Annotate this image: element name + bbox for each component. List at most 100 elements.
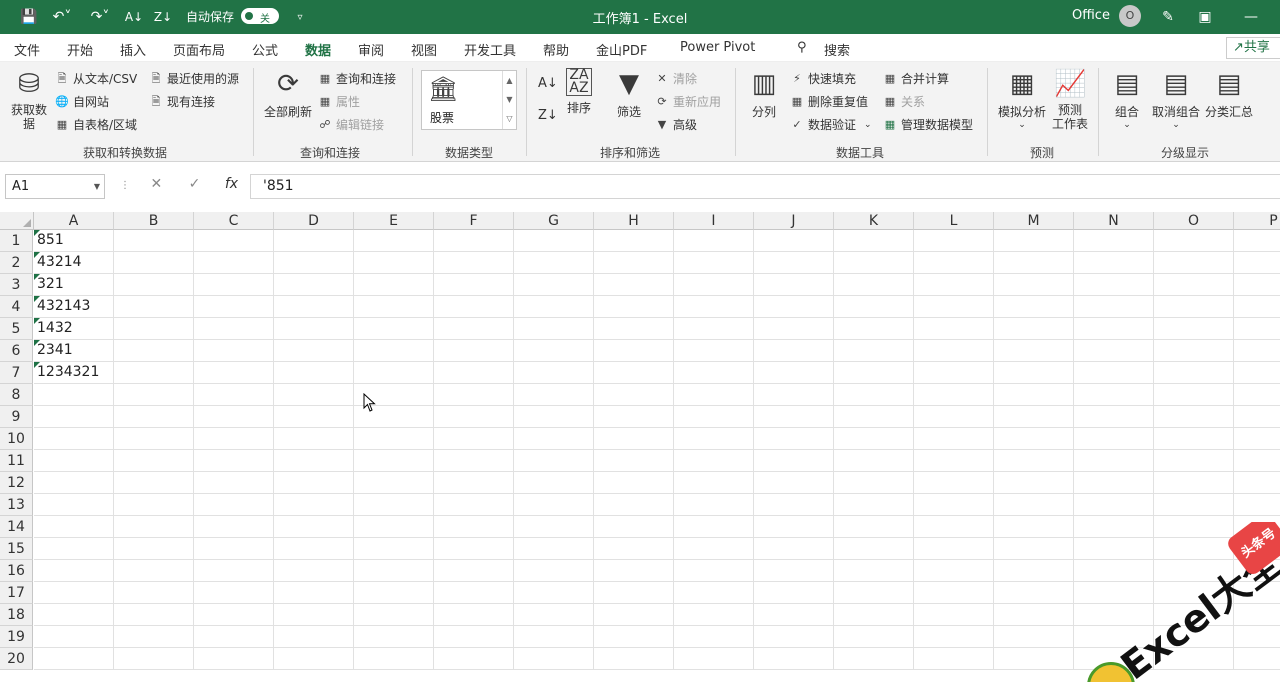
- clear-filter-button[interactable]: ✕ 清除: [654, 70, 697, 87]
- cell-n5[interactable]: [1074, 318, 1154, 340]
- cell-g18[interactable]: [514, 604, 594, 626]
- cell-j17[interactable]: [754, 582, 834, 604]
- cell-e13[interactable]: [354, 494, 434, 516]
- relationships-button[interactable]: ▦ 关系: [882, 93, 925, 110]
- tab-page-layout[interactable]: 页面布局: [173, 40, 225, 59]
- cell-o6[interactable]: [1154, 340, 1234, 362]
- cell-d9[interactable]: [274, 406, 354, 428]
- get-data-button[interactable]: ⛁ 获取数 据: [8, 68, 50, 131]
- data-types-gallery[interactable]: 🏛 股票 ▲ ▼ ▽: [421, 70, 517, 130]
- column-header-h[interactable]: H: [594, 212, 674, 230]
- edit-links-button[interactable]: ☍ 编辑链接: [317, 116, 384, 133]
- cell-j7[interactable]: [754, 362, 834, 384]
- cell-n2[interactable]: [1074, 252, 1154, 274]
- cell-h8[interactable]: [594, 384, 674, 406]
- cell-f3[interactable]: [434, 274, 514, 296]
- cell-e18[interactable]: [354, 604, 434, 626]
- cell-a20[interactable]: [34, 648, 114, 670]
- cell-l1[interactable]: [914, 230, 994, 252]
- from-text-csv-button[interactable]: 🗎 从文本/CSV: [54, 70, 138, 87]
- cell-e1[interactable]: [354, 230, 434, 252]
- cell-e14[interactable]: [354, 516, 434, 538]
- cell-n10[interactable]: [1074, 428, 1154, 450]
- column-header-d[interactable]: D: [274, 212, 354, 230]
- cell-c8[interactable]: [194, 384, 274, 406]
- cell-k3[interactable]: [834, 274, 914, 296]
- cell-h4[interactable]: [594, 296, 674, 318]
- cell-b13[interactable]: [114, 494, 194, 516]
- column-header-f[interactable]: F: [434, 212, 514, 230]
- cell-b7[interactable]: [114, 362, 194, 384]
- cell-k9[interactable]: [834, 406, 914, 428]
- cell-f10[interactable]: [434, 428, 514, 450]
- cell-m13[interactable]: [994, 494, 1074, 516]
- cell-p9[interactable]: [1234, 406, 1280, 428]
- cell-j15[interactable]: [754, 538, 834, 560]
- cell-g15[interactable]: [514, 538, 594, 560]
- remove-duplicates-button[interactable]: ▦ 删除重复值: [789, 93, 868, 110]
- cell-o3[interactable]: [1154, 274, 1234, 296]
- cell-b12[interactable]: [114, 472, 194, 494]
- cell-i2[interactable]: [674, 252, 754, 274]
- cell-h7[interactable]: [594, 362, 674, 384]
- cell-i4[interactable]: [674, 296, 754, 318]
- cell-l13[interactable]: [914, 494, 994, 516]
- row-header-7[interactable]: 7: [0, 362, 33, 384]
- avatar[interactable]: O: [1119, 5, 1141, 27]
- cell-f9[interactable]: [434, 406, 514, 428]
- cell-d3[interactable]: [274, 274, 354, 296]
- text-to-columns-button[interactable]: ▥ 分列: [746, 68, 782, 120]
- cell-j18[interactable]: [754, 604, 834, 626]
- cell-p4[interactable]: [1234, 296, 1280, 318]
- cell-k6[interactable]: [834, 340, 914, 362]
- cell-d14[interactable]: [274, 516, 354, 538]
- tab-file[interactable]: 文件: [14, 40, 40, 59]
- cell-o2[interactable]: [1154, 252, 1234, 274]
- cell-l8[interactable]: [914, 384, 994, 406]
- cell-f12[interactable]: [434, 472, 514, 494]
- cell-m9[interactable]: [994, 406, 1074, 428]
- cell-a15[interactable]: [34, 538, 114, 560]
- cell-h13[interactable]: [594, 494, 674, 516]
- cell-a6[interactable]: 2341: [34, 340, 114, 362]
- cell-i10[interactable]: [674, 428, 754, 450]
- row-header-20[interactable]: 20: [0, 648, 33, 670]
- cell-g6[interactable]: [514, 340, 594, 362]
- cell-m19[interactable]: [994, 626, 1074, 648]
- cell-b2[interactable]: [114, 252, 194, 274]
- cell-b15[interactable]: [114, 538, 194, 560]
- chevron-down-icon[interactable]: ⌄: [864, 120, 872, 130]
- cell-m20[interactable]: [994, 648, 1074, 670]
- cell-e4[interactable]: [354, 296, 434, 318]
- cell-g10[interactable]: [514, 428, 594, 450]
- cell-g2[interactable]: [514, 252, 594, 274]
- cell-f5[interactable]: [434, 318, 514, 340]
- tab-home[interactable]: 开始: [67, 40, 93, 59]
- cell-f18[interactable]: [434, 604, 514, 626]
- cell-n13[interactable]: [1074, 494, 1154, 516]
- cell-l10[interactable]: [914, 428, 994, 450]
- row-header-1[interactable]: 1: [0, 230, 33, 252]
- cell-k14[interactable]: [834, 516, 914, 538]
- cell-l20[interactable]: [914, 648, 994, 670]
- cell-a12[interactable]: [34, 472, 114, 494]
- search-box[interactable]: 搜索: [824, 40, 850, 59]
- cell-g5[interactable]: [514, 318, 594, 340]
- cell-n6[interactable]: [1074, 340, 1154, 362]
- cell-i13[interactable]: [674, 494, 754, 516]
- cell-a19[interactable]: [34, 626, 114, 648]
- cell-i19[interactable]: [674, 626, 754, 648]
- cell-d17[interactable]: [274, 582, 354, 604]
- cell-g20[interactable]: [514, 648, 594, 670]
- cell-k20[interactable]: [834, 648, 914, 670]
- cell-d19[interactable]: [274, 626, 354, 648]
- cell-m14[interactable]: [994, 516, 1074, 538]
- row-header-19[interactable]: 19: [0, 626, 33, 648]
- cell-h15[interactable]: [594, 538, 674, 560]
- cell-b17[interactable]: [114, 582, 194, 604]
- cell-k19[interactable]: [834, 626, 914, 648]
- column-header-n[interactable]: N: [1074, 212, 1154, 230]
- cell-o13[interactable]: [1154, 494, 1234, 516]
- cell-h1[interactable]: [594, 230, 674, 252]
- cell-h17[interactable]: [594, 582, 674, 604]
